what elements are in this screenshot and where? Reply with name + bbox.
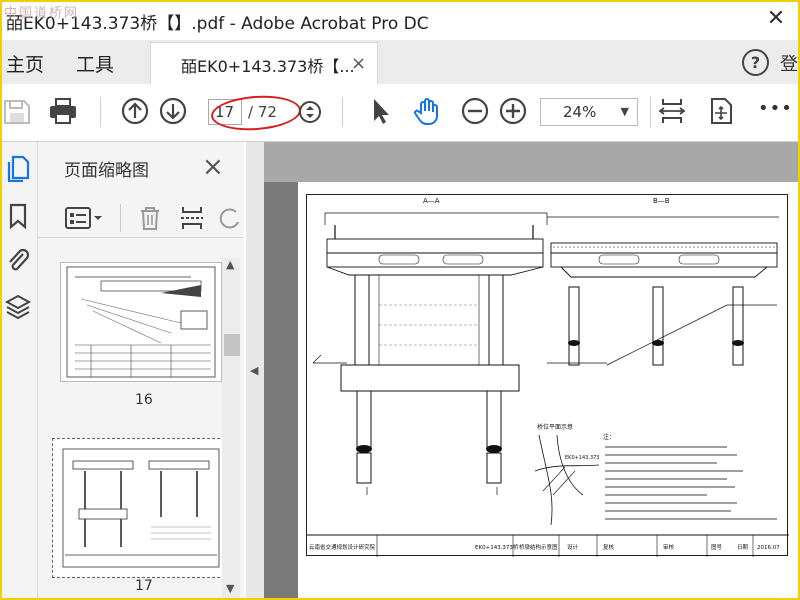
sign-in-partial[interactable]: 登 [780, 50, 798, 76]
drawing-sheet: A—A B—B 桥位平面示意 EK0+143.373 注： 云南省交通规划设计研… [306, 194, 789, 557]
title-block-org: 云南省交通规划设计研究院 [309, 543, 376, 551]
zoom-out-icon[interactable] [460, 96, 490, 126]
title-block-sheet-name: 桥墩结构示意图 [519, 543, 558, 551]
attachments-icon[interactable] [4, 246, 32, 274]
section-b-label: B—B [653, 197, 670, 205]
title-block-design: 设计 [567, 543, 579, 551]
acrobat-window: 中国道桥网 皕EK0+143.373桥【】.pdf - Adobe Acroba… [0, 0, 800, 600]
thumbnail-17-drawing [62, 448, 220, 568]
thumbnail-16-drawing [66, 266, 216, 378]
panel-scrollbar-thumb[interactable] [224, 334, 240, 356]
toolbar-separator [342, 97, 343, 127]
panel-toolbar-separator [120, 204, 121, 232]
thumbnail-options-icon[interactable] [64, 204, 104, 232]
window-close-button[interactable]: ✕ [764, 8, 788, 32]
insert-page-icon[interactable] [178, 204, 206, 232]
previous-page-icon[interactable] [120, 96, 150, 126]
thumbnail-page-17[interactable] [52, 438, 230, 578]
thumbnail-label-17: 17 [135, 578, 153, 594]
document-tab[interactable]: 皕EK0+143.373桥【... × [150, 42, 378, 84]
print-icon[interactable] [48, 96, 78, 126]
toolbar-separator [100, 97, 101, 127]
title-block-date: 2016.07 [757, 545, 780, 551]
tab-bar: 主页 工具 皕EK0+143.373桥【... × ? 登 [2, 40, 798, 84]
rotate-page-icon[interactable] [218, 204, 242, 232]
document-top-strip [264, 142, 798, 182]
zoom-in-icon[interactable] [498, 96, 528, 126]
plan-title: 桥位平面示意 [537, 423, 573, 431]
scroll-down-arrow-icon[interactable]: ▼ [226, 582, 234, 595]
select-cursor-icon[interactable] [366, 96, 396, 126]
plan-mark: EK0+143.373 [565, 455, 600, 461]
page-stepper-icon[interactable] [298, 100, 322, 124]
page-tools-icon[interactable] [706, 96, 736, 126]
title-block-project: EK0+143.373桥 [475, 543, 519, 551]
delete-page-icon[interactable] [136, 204, 164, 232]
panel-close-button[interactable]: × [202, 152, 224, 182]
zoom-level-value: 24% [563, 103, 597, 121]
main-toolbar: 17 / 72 24% ▼ ••• [2, 84, 798, 142]
engineering-drawing: A—A B—B 桥位平面示意 EK0+143.373 注： 云南省交通规划设计研… [307, 197, 789, 557]
title-bar: 中国道桥网 皕EK0+143.373桥【】.pdf - Adobe Acroba… [2, 2, 798, 40]
document-tab-label: 皕EK0+143.373桥【... [181, 57, 355, 76]
title-block-date-label: 日期 [737, 544, 749, 551]
title-block-review: 复核 [603, 543, 615, 551]
page-thumbnails-icon[interactable] [4, 154, 32, 182]
panel-toolbar [38, 198, 244, 238]
tab-close-button[interactable]: × [351, 53, 366, 74]
thumbnail-label-16: 16 [135, 392, 153, 408]
thumbnails-panel: 页面缩略图 × 16 17 [38, 142, 244, 598]
zoom-level-select[interactable]: 24% ▼ [540, 98, 638, 126]
collapse-arrow-icon[interactable]: ◀ [250, 364, 258, 377]
next-page-icon[interactable] [158, 96, 188, 126]
bookmarks-icon[interactable] [4, 202, 32, 230]
more-tools-button[interactable]: ••• [758, 98, 793, 119]
chevron-down-icon: ▼ [620, 105, 629, 118]
section-a-label: A—A [423, 197, 440, 205]
help-button[interactable]: ? [742, 49, 769, 76]
panel-title: 页面缩略图 [64, 161, 149, 181]
title-block-fig-no: 图号 [711, 543, 723, 551]
panel-scrollbar-track[interactable] [222, 258, 240, 598]
pdf-page: A—A B—B 桥位平面示意 EK0+143.373 注： 云南省交通规划设计研… [298, 182, 798, 598]
watermark-text: 中国道桥网 [4, 6, 80, 21]
hand-tool-icon[interactable] [412, 96, 442, 126]
save-icon[interactable] [2, 96, 32, 126]
title-block-check: 审核 [663, 543, 675, 551]
scroll-up-arrow-icon[interactable]: ▲ [226, 258, 234, 271]
layers-icon[interactable] [4, 292, 32, 320]
menu-tools[interactable]: 工具 [76, 50, 114, 77]
thumbnail-page-16[interactable] [60, 262, 222, 382]
notes-title: 注： [603, 433, 615, 441]
toolbar-separator [650, 97, 651, 127]
panel-collapse-bar[interactable]: ◀ [246, 142, 264, 598]
fit-page-icon[interactable] [657, 96, 687, 126]
navigation-rail [2, 142, 38, 598]
menu-home[interactable]: 主页 [6, 50, 44, 77]
